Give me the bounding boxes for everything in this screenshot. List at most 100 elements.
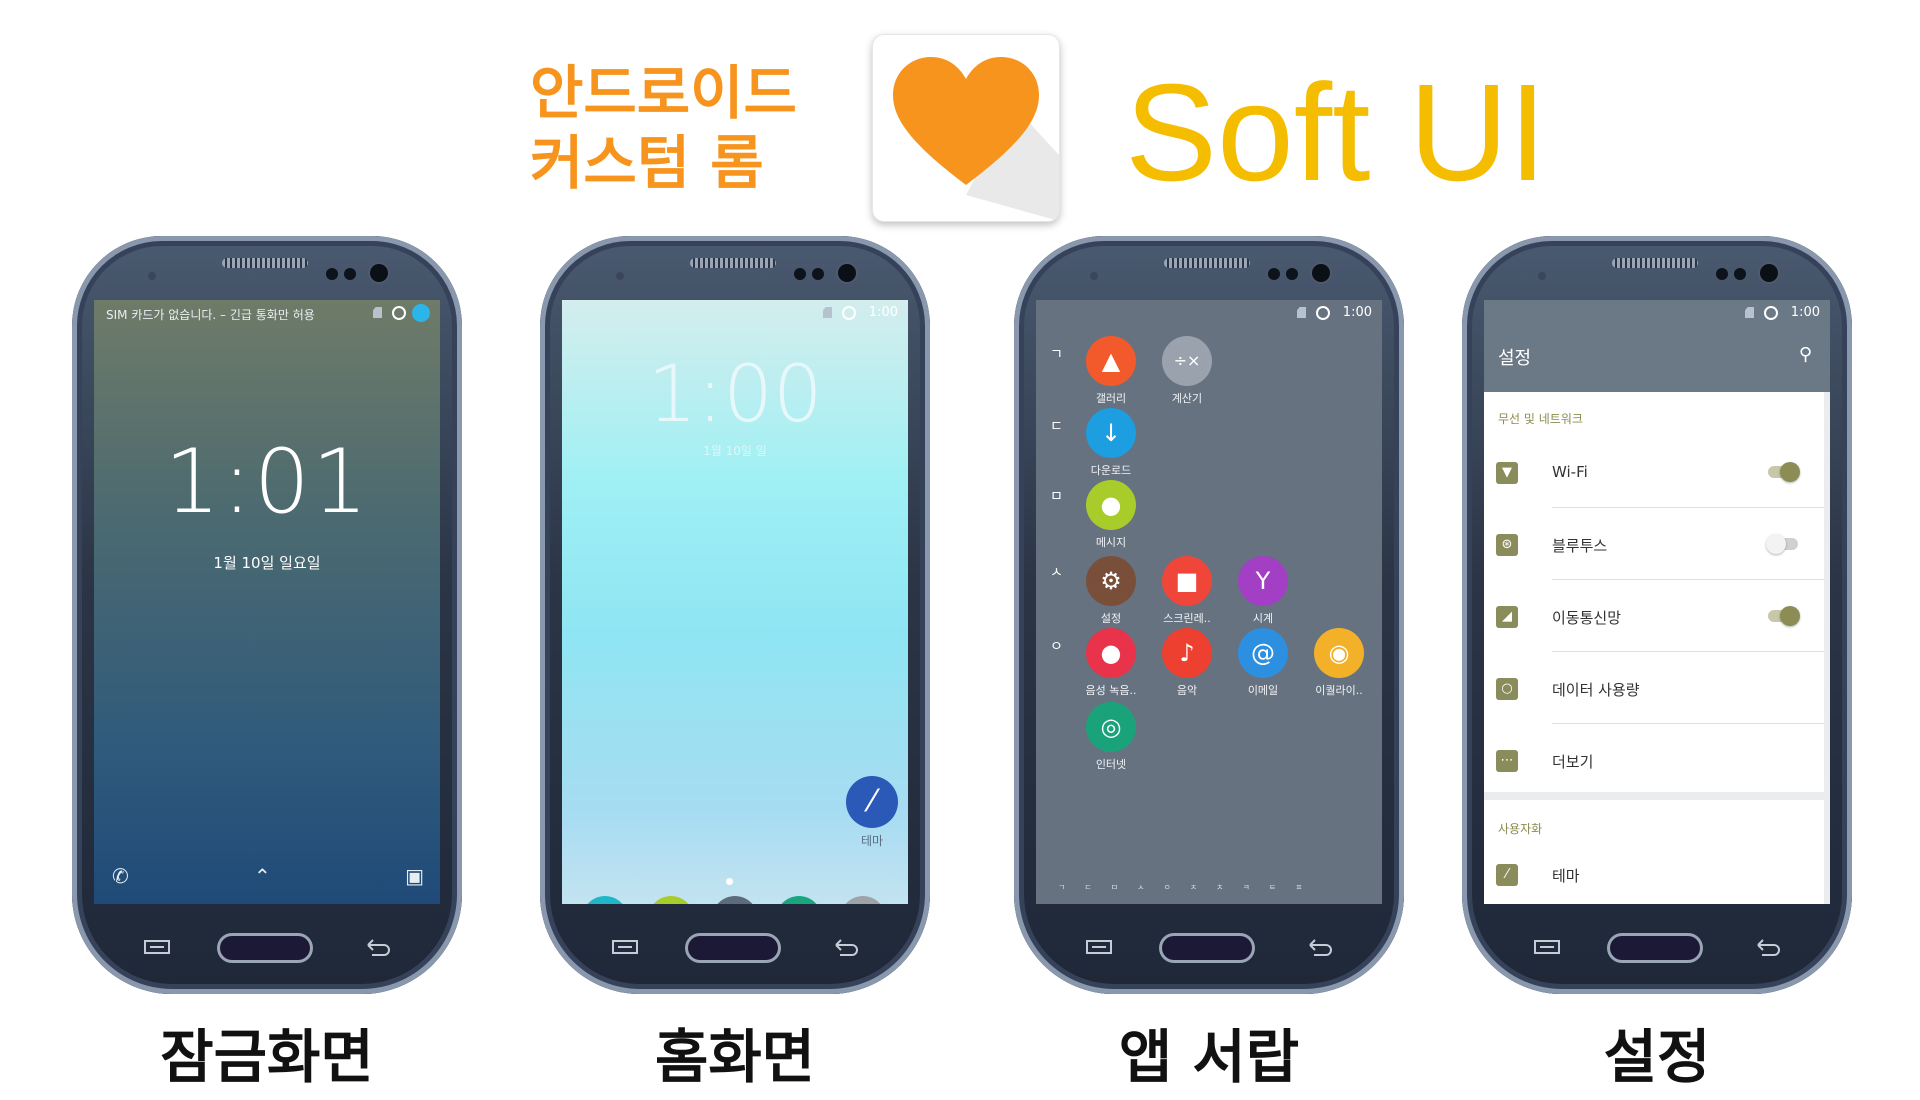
app-label: 시계 [1252, 612, 1274, 625]
app-equalizer[interactable]: ◉ 이퀄라이.. [1306, 628, 1372, 698]
app-label: 계산기 [1171, 392, 1203, 405]
camera-icon[interactable]: ▣ [405, 864, 424, 888]
sensor [1716, 268, 1728, 280]
menu-key-icon[interactable] [612, 940, 638, 954]
earpiece [690, 258, 776, 268]
bluetooth-toggle[interactable] [1766, 534, 1798, 554]
search-icon[interactable]: ⚲ [1799, 344, 1812, 365]
wifi-toggle[interactable] [1768, 462, 1800, 482]
app-label: 스크린레.. [1163, 612, 1211, 625]
settings-title: 설정 [1498, 348, 1532, 369]
home-key[interactable] [1162, 936, 1252, 960]
app-music[interactable]: ♪ 음악 [1154, 628, 1220, 698]
front-camera [1312, 264, 1330, 282]
index-letter[interactable]: ㅇ [1050, 636, 1063, 656]
app-label: 다운로드 [1090, 464, 1132, 477]
app-bar: 1:00 설정 ⚲ [1484, 300, 1830, 392]
caption-lockscreen: 잠금화면 [160, 1023, 374, 1091]
music-note-icon: ♪ [1162, 628, 1212, 678]
unlock-chevron-icon[interactable]: ⌃ [254, 864, 271, 888]
video-icon: ■ [1162, 556, 1212, 606]
dock: ✆ ● ⋮ ◎ ▣ [562, 890, 908, 904]
sensor [1286, 268, 1298, 280]
home-key[interactable] [1610, 936, 1700, 960]
app-drawer: 1:00 ㄱ ㄷ ㅁ ㅅ ㅇ ▲ 갤러리 ÷× 계산기 ↓ 다운로드 ● 메시지 [1036, 300, 1382, 904]
status-bar [94, 300, 440, 326]
index-letter[interactable]: ㄱ [1050, 344, 1063, 364]
user-icon[interactable] [412, 304, 430, 322]
back-key-icon[interactable] [364, 938, 392, 956]
status-time: 1:00 [868, 305, 898, 320]
ring-icon [842, 306, 856, 320]
settings-row-theme[interactable]: ⁄ 테마 [1484, 840, 1824, 904]
settings-row-mobile[interactable]: ◢ 이동통신망 [1484, 582, 1824, 652]
phone-icon[interactable]: ✆ [112, 864, 129, 888]
camera-icon[interactable]: ▣ [840, 896, 886, 904]
app-message[interactable]: ● 메시지 [1078, 480, 1144, 550]
earpiece [1164, 258, 1250, 268]
browser-icon[interactable]: ◎ [776, 896, 822, 904]
back-key-icon[interactable] [1306, 938, 1334, 956]
index-letter[interactable]: ㄷ [1050, 416, 1063, 436]
app-settings[interactable]: ⚙ 설정 [1078, 556, 1144, 626]
sensor [344, 268, 356, 280]
sensor [1734, 268, 1746, 280]
index-letter[interactable]: ㅅ [1050, 562, 1063, 582]
section-header: 사용자화 [1498, 822, 1543, 836]
app-internet[interactable]: ◎ 인터넷 [1078, 702, 1144, 772]
app-download[interactable]: ↓ 다운로드 [1078, 408, 1144, 478]
page-indicator [726, 870, 750, 904]
lock-date: 1월 10일 일요일 [213, 554, 321, 572]
sim-icon [1745, 307, 1754, 318]
ring-icon [1316, 306, 1330, 320]
menu-key-icon[interactable] [1534, 940, 1560, 954]
personalization-card: 사용자화 ⁄ 테마 [1484, 800, 1824, 904]
menu-key-icon[interactable] [1086, 940, 1112, 954]
app-clock[interactable]: Y 시계 [1230, 556, 1296, 626]
app-label: 음악 [1176, 684, 1198, 697]
settings-row-bluetooth[interactable]: ⊛ 블루투스 [1484, 510, 1824, 580]
app-calculator[interactable]: ÷× 계산기 [1154, 336, 1220, 406]
screen: 1:00 1:00 1월 10일 일 ⁄ 테마 ✆ ● ⋮ ◎ ▣ [562, 300, 908, 904]
gallery-icon: ▲ [1086, 336, 1136, 386]
settings-row-wifi[interactable]: ▼ Wi-Fi [1484, 438, 1824, 508]
app-gallery[interactable]: ▲ 갤러리 [1078, 336, 1144, 406]
message-icon[interactable]: ● [648, 896, 694, 904]
earpiece [222, 258, 308, 268]
message-icon: ● [1086, 480, 1136, 530]
app-screenrecord[interactable]: ■ 스크린레.. [1154, 556, 1220, 626]
phone-lockscreen: SIM 카드가 없습니다. – 긴급 통화만 허용 1:01 1월 10일 일요… [72, 236, 462, 994]
menu-key-icon[interactable] [144, 940, 170, 954]
app-voicerecorder[interactable]: ● 음성 녹음.. [1078, 628, 1144, 698]
home-clock: 1:00 [647, 350, 823, 440]
app-label: 이메일 [1247, 684, 1279, 697]
network-card: 무선 및 네트워크 ▼ Wi-Fi ⊛ 블루투스 ◢ 이동통신망 ○ 데이터 사… [1484, 392, 1824, 792]
sim-icon [1297, 307, 1306, 318]
bluetooth-icon: ⊛ [1496, 534, 1518, 556]
data-usage-icon: ○ [1496, 678, 1518, 700]
settings-row-datausage[interactable]: ○ 데이터 사용량 [1484, 654, 1824, 724]
row-label: 더보기 [1552, 753, 1594, 771]
app-email[interactable]: @ 이메일 [1230, 628, 1296, 698]
index-letter[interactable]: ㅁ [1050, 486, 1063, 506]
back-key-icon[interactable] [832, 938, 860, 956]
phone-icon[interactable]: ✆ [582, 896, 628, 904]
back-key-icon[interactable] [1754, 938, 1782, 956]
proximity-dot [616, 272, 624, 280]
mobile-toggle[interactable] [1768, 606, 1800, 626]
app-label: 메시지 [1095, 536, 1127, 549]
caption-settings: 설정 [1603, 1023, 1711, 1091]
index-strip[interactable]: ㄱㄷㅁㅅㅇㅈㅊㅋㅌㅍ [1058, 882, 1358, 893]
apps-icon[interactable]: ⋮ [712, 896, 758, 904]
home-key[interactable] [688, 936, 778, 960]
globe-icon: ◎ [1086, 702, 1136, 752]
signal-icon: ◢ [1496, 606, 1518, 628]
front-camera [370, 264, 388, 282]
home-key[interactable] [220, 936, 310, 960]
brand-title: Soft UI [1125, 56, 1547, 210]
theme-app-icon[interactable]: ⁄ [846, 776, 898, 828]
settings-screen: 1:00 설정 ⚲ 무선 및 네트워크 ▼ Wi-Fi ⊛ 블루투스 ◢ 이동통… [1484, 300, 1830, 904]
home-date: 1월 10일 일 [703, 444, 767, 458]
lock-screen: SIM 카드가 없습니다. – 긴급 통화만 허용 1:01 1월 10일 일요… [94, 300, 440, 904]
settings-row-more[interactable]: ⋯ 더보기 [1484, 726, 1824, 796]
